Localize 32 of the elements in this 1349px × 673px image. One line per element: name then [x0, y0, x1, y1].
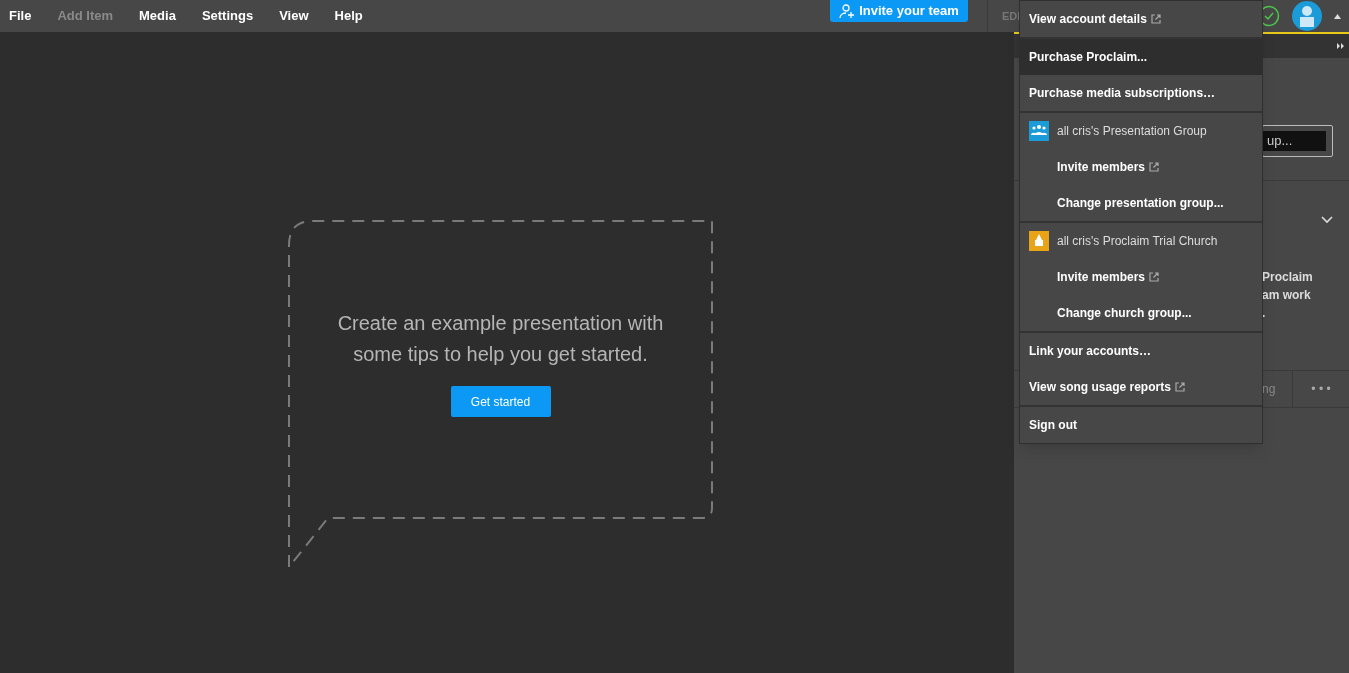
menu-option[interactable]: View account details	[1020, 1, 1262, 37]
group-menu-item[interactable]: all cris's Proclaim Trial Church	[1020, 223, 1262, 259]
external-link-icon	[1150, 14, 1161, 24]
expand-icon[interactable]	[1337, 43, 1345, 49]
chevron-down-icon[interactable]	[1321, 216, 1333, 224]
menu-option[interactable]: View song usage reports	[1020, 369, 1262, 405]
empty-state-message: Create an example presentation with some tips to help you get started.	[336, 311, 665, 367]
panel-text: .	[1262, 305, 1267, 322]
external-link-icon	[1174, 382, 1185, 392]
panel-text: Proclaim	[1262, 269, 1314, 286]
add-user-icon	[839, 3, 856, 19]
menu-item[interactable]: Help	[334, 6, 363, 26]
menu-item[interactable]: Settings	[201, 6, 254, 26]
menu-item[interactable]: View	[279, 6, 309, 26]
menu-option[interactable]: Change church group...	[1020, 295, 1262, 331]
menu-option[interactable]: Sign out	[1020, 407, 1262, 443]
caret-icon[interactable]	[1334, 13, 1341, 19]
group-field[interactable]: up...	[1262, 125, 1333, 157]
menu-option[interactable]: Change presentation group...	[1020, 185, 1262, 221]
menu-item[interactable]: Media	[139, 6, 176, 26]
more-button[interactable]: • • •	[1293, 371, 1349, 407]
menu-option[interactable]: Link your accounts…	[1020, 333, 1262, 369]
menu-option[interactable]: Invite members	[1020, 259, 1262, 295]
menu-item[interactable]: File	[9, 6, 32, 26]
external-link-icon	[1149, 162, 1160, 172]
menu-option[interactable]: Invite members	[1020, 149, 1262, 185]
menu-option[interactable]: Purchase Proclaim...	[1020, 39, 1262, 75]
external-link-icon	[1149, 272, 1160, 282]
group-menu-item[interactable]: all cris's Presentation Group	[1020, 113, 1262, 149]
menu-option[interactable]: Purchase media subscriptions…	[1020, 75, 1262, 111]
panel-text: am work	[1262, 287, 1312, 304]
avatar-icon[interactable]	[1292, 1, 1322, 31]
